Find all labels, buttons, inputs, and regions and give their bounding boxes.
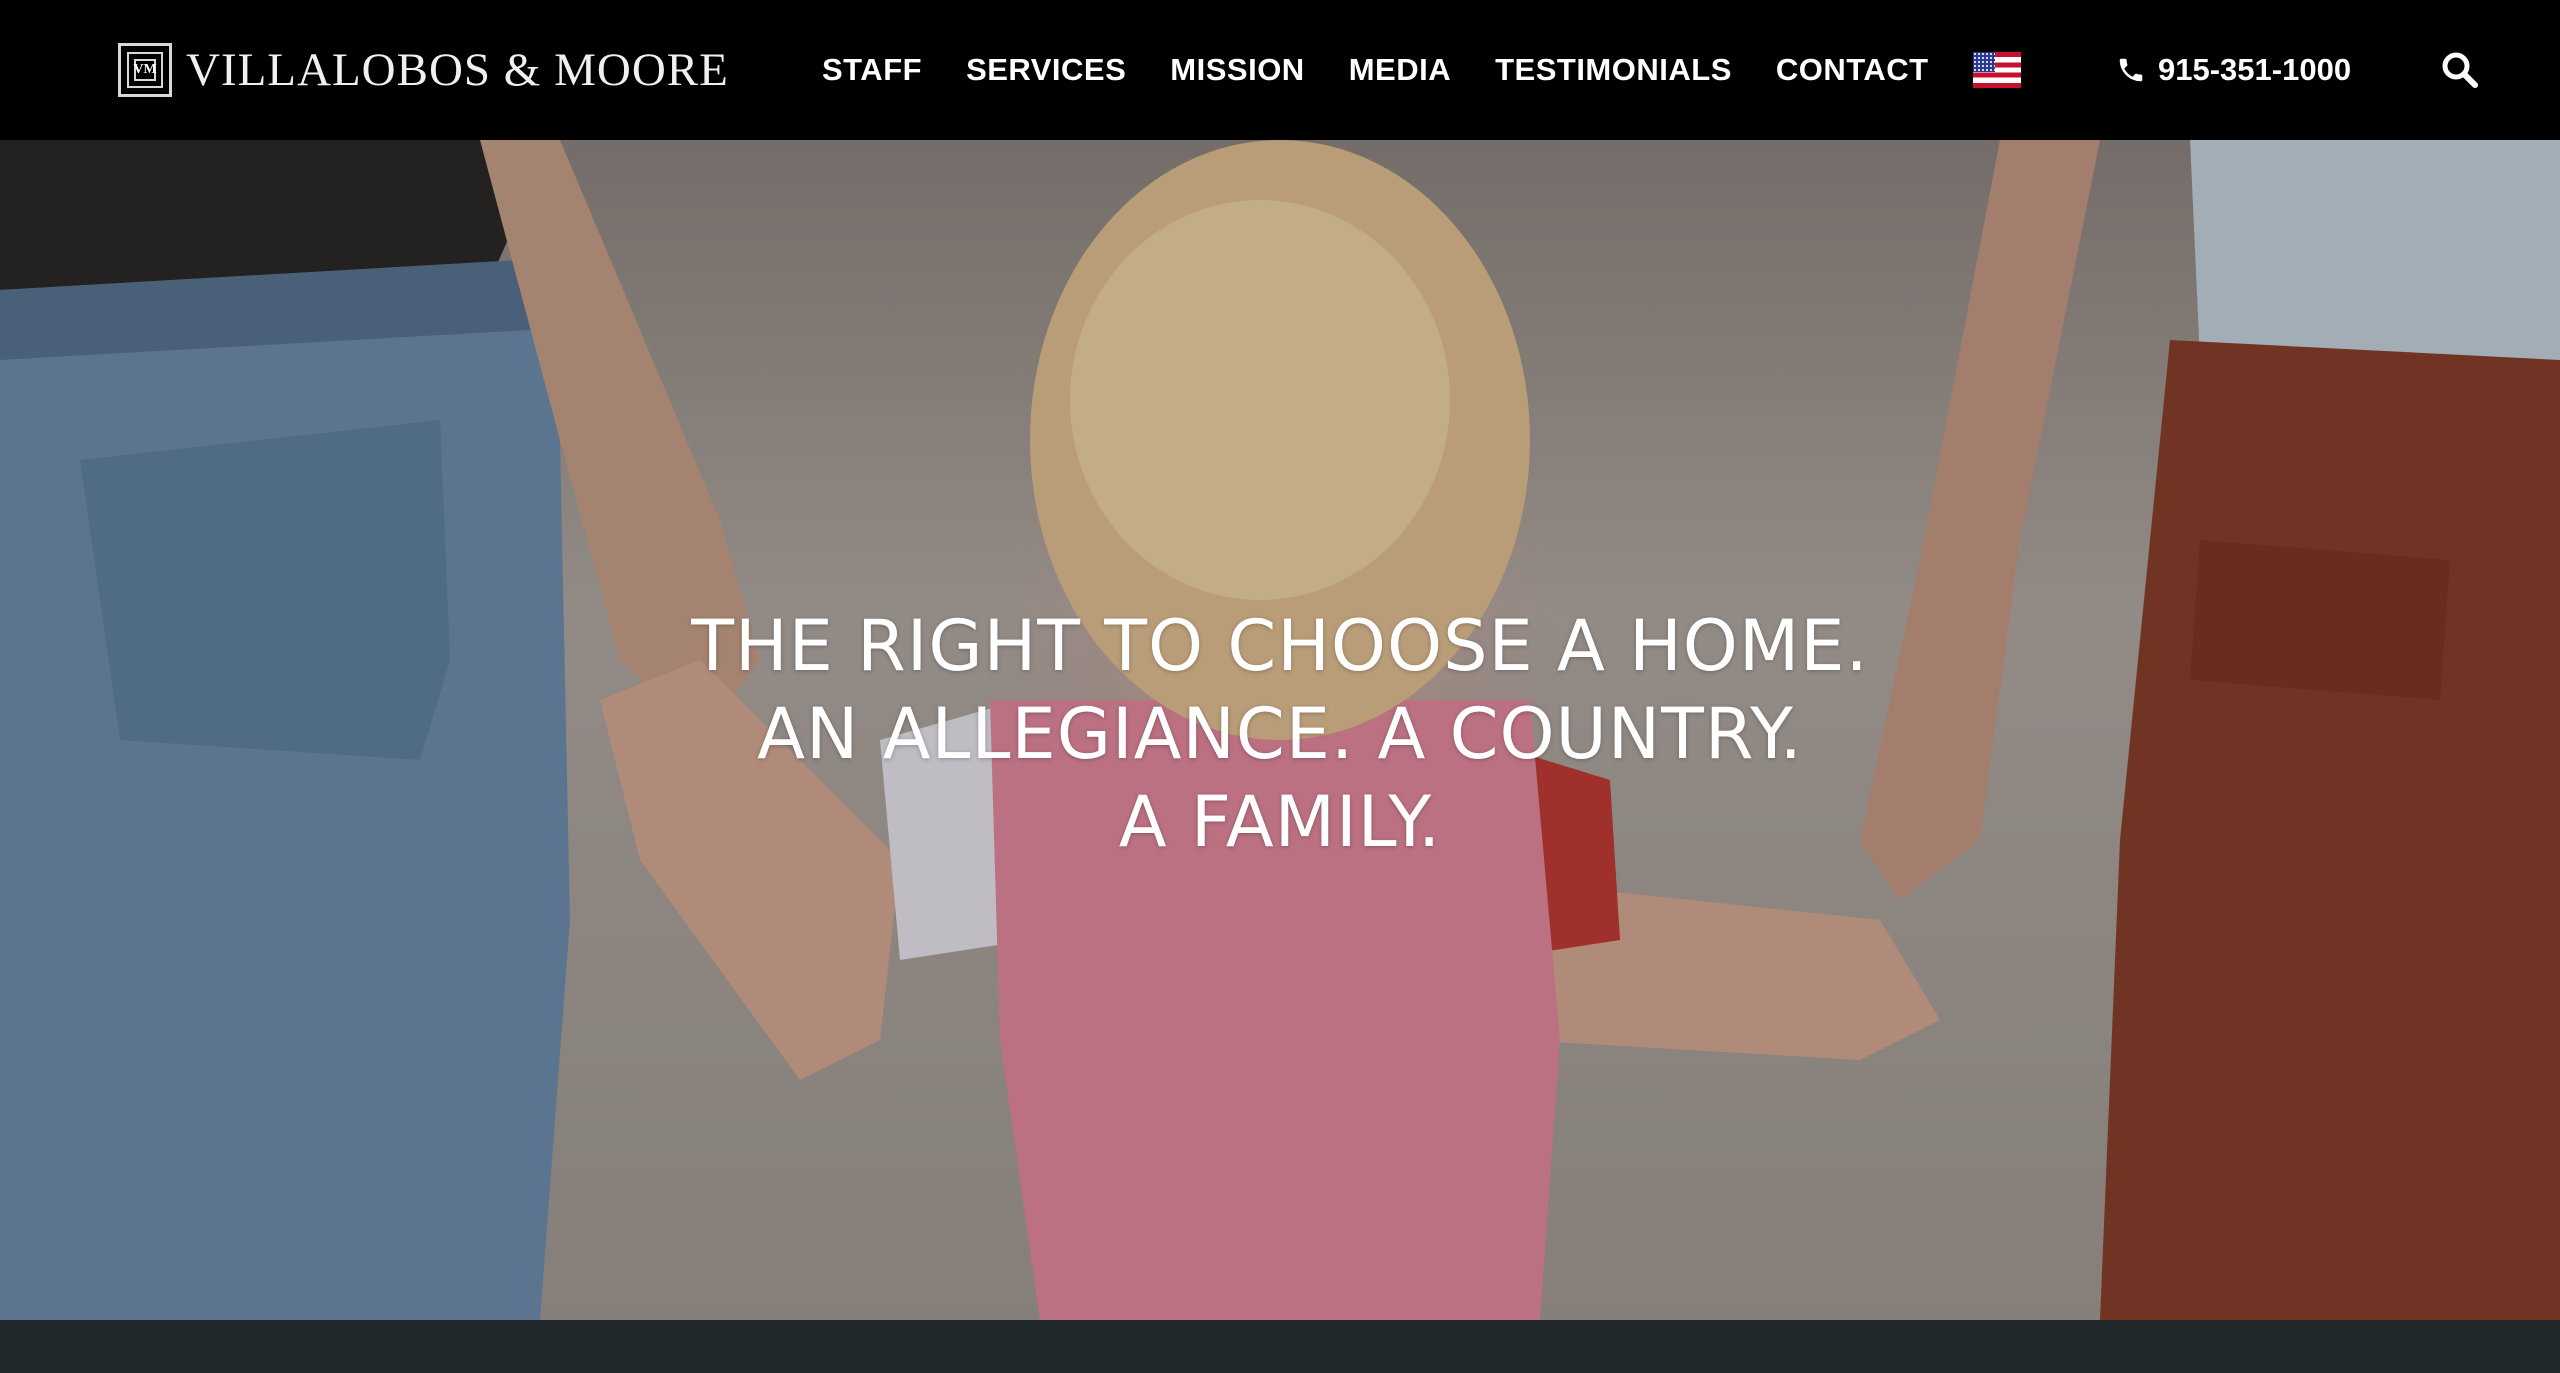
main-nav: STAFF SERVICES MISSION MEDIA TESTIMONIAL… — [822, 48, 2021, 92]
nav-item-contact[interactable]: CONTACT — [1776, 52, 1929, 88]
nav-item-services[interactable]: SERVICES — [966, 52, 1126, 88]
hero-line-1: THE RIGHT TO CHOOSE A HOME. — [691, 605, 1869, 687]
search-icon — [2442, 52, 2478, 88]
hero-line-3: A FAMILY. — [1118, 781, 1442, 863]
nav-item-media[interactable]: MEDIA — [1349, 52, 1451, 88]
logo-text: VILLALOBOS & MOORE — [186, 44, 729, 96]
us-flag-icon[interactable] — [1972, 52, 2021, 88]
nav-item-testimonials[interactable]: TESTIMONIALS — [1495, 52, 1732, 88]
flag-canton — [1972, 52, 1995, 72]
hero-headline: THE RIGHT TO CHOOSE A HOME. AN ALLEGIANC… — [0, 602, 2560, 866]
site-header: VM VILLALOBOS & MOORE STAFF SERVICES MIS… — [0, 0, 2560, 140]
phone-number: 915-351-1000 — [2158, 52, 2352, 87]
hero-banner: THE RIGHT TO CHOOSE A HOME. AN ALLEGIANC… — [0, 140, 2560, 1320]
search-button[interactable] — [2440, 50, 2480, 90]
logo-monogram-text: VM — [133, 62, 157, 77]
site-logo[interactable]: VM VILLALOBOS & MOORE — [118, 42, 729, 98]
section-divider — [0, 1320, 2560, 1373]
nav-item-staff[interactable]: STAFF — [822, 52, 922, 88]
phone-icon — [2119, 58, 2143, 82]
hero-line-2: AN ALLEGIANCE. A COUNTRY. — [757, 693, 1803, 775]
logo-monogram-icon: VM — [118, 43, 172, 97]
nav-item-mission[interactable]: MISSION — [1170, 52, 1304, 88]
phone-link[interactable]: 915-351-1000 — [2116, 48, 2351, 92]
